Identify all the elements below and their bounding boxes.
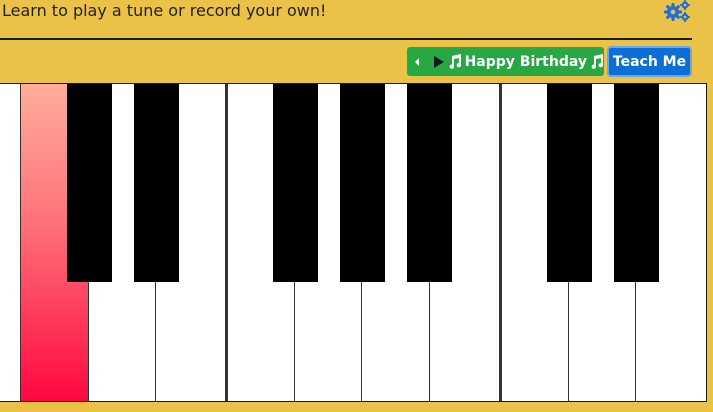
gears-icon	[664, 0, 690, 22]
black-key[interactable]	[547, 84, 592, 282]
teach-me-button[interactable]: Teach Me	[607, 46, 692, 77]
song-label[interactable]: Happy Birthday	[427, 54, 604, 70]
instruction-text: Learn to play a tune or record your own!	[2, 1, 327, 20]
music-note-icon	[449, 54, 461, 69]
black-key[interactable]	[273, 84, 318, 282]
black-key[interactable]	[407, 84, 452, 282]
caret-left-icon	[414, 57, 419, 66]
music-note-icon	[591, 54, 604, 69]
play-icon	[433, 55, 444, 68]
black-key[interactable]	[67, 84, 112, 282]
song-title: Happy Birthday	[464, 53, 587, 70]
previous-song-button[interactable]	[407, 47, 427, 76]
black-key[interactable]	[340, 84, 385, 282]
octave-divider	[499, 84, 501, 401]
black-key[interactable]	[614, 84, 659, 282]
white-key[interactable]	[0, 84, 20, 401]
header-divider	[0, 38, 692, 40]
settings-button[interactable]	[662, 0, 692, 22]
black-key[interactable]	[134, 84, 179, 282]
song-select-button[interactable]: Happy Birthday	[407, 47, 604, 76]
piano-keyboard	[0, 83, 707, 402]
octave-divider	[225, 84, 227, 401]
